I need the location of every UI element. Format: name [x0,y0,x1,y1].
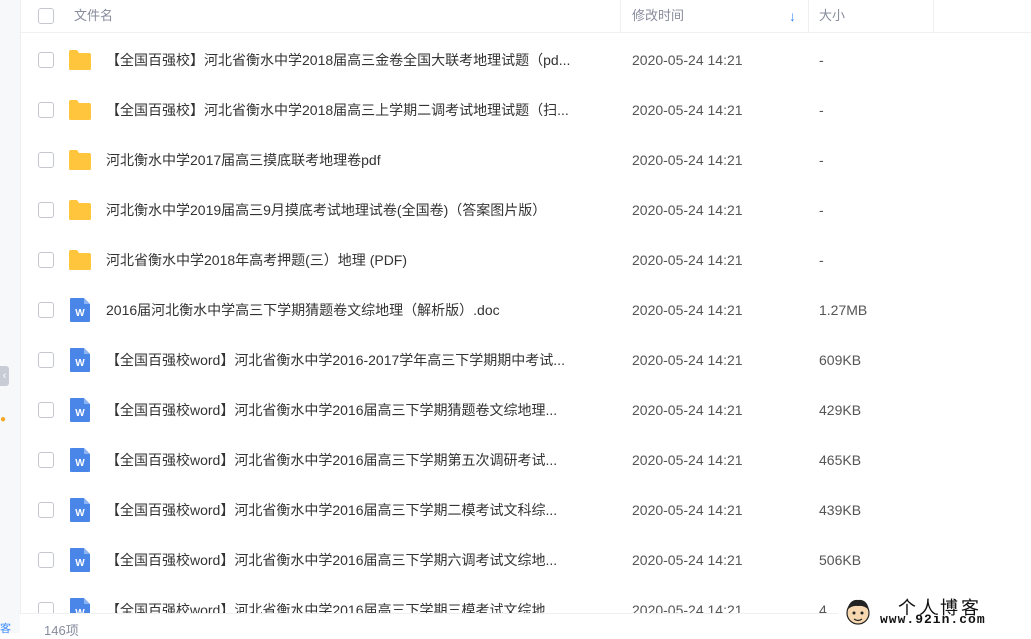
file-modified: 2020-05-24 14:21 [632,152,743,168]
select-all-checkbox[interactable] [38,8,54,24]
folder-icon [69,150,91,170]
file-modified: 2020-05-24 14:21 [632,252,743,268]
file-size: 429KB [819,402,862,418]
file-name[interactable]: 【全国百强校】河北省衡水中学2018届高三上学期二调考试地理试题（扫... [106,85,618,135]
word-doc-icon: W [70,348,90,372]
file-row[interactable]: W 【全国百强校word】河北省衡水中学2016-2017学年高三下学期期中考试.… [20,335,1031,385]
watermark-url: www.92in.com [880,612,986,627]
file-size: 506KB [819,552,862,568]
sidebar-bottom-text[interactable]: 客 [0,620,11,636]
sidebar-orange-icon: ● [0,414,7,425]
file-row[interactable]: W 【全国百强校word】河北省衡水中学2016届高三下学期六调考试文综地... 2… [20,535,1031,585]
file-name[interactable]: 河北衡水中学2017届高三摸底联考地理卷pdf [106,135,618,185]
word-doc-icon: W [70,448,90,472]
file-row[interactable]: 【全国百强校】河北省衡水中学2018届高三金卷全国大联考地理试题（pd... 20… [20,35,1031,85]
row-checkbox[interactable] [38,252,54,268]
word-doc-icon: W [70,548,90,572]
folder-icon [69,200,91,220]
file-name[interactable]: 河北衡水中学2019届高三9月摸底考试地理试卷(全国卷)（答案图片版） [106,185,618,235]
row-checkbox[interactable] [38,52,54,68]
word-doc-icon: W [70,298,90,322]
file-row[interactable]: 河北省衡水中学2018年高考押题(三）地理 (PDF) 2020-05-24 14… [20,235,1031,285]
file-row[interactable]: W 【全国百强校word】河北省衡水中学2016届高三下学期二模考试文科综... 2… [20,485,1031,535]
file-size: 465KB [819,452,862,468]
file-modified: 2020-05-24 14:21 [632,52,743,68]
file-modified: 2020-05-24 14:21 [632,352,743,368]
file-modified: 2020-05-24 14:21 [632,202,743,218]
sidebar-collapse-button[interactable]: ‹ [0,366,9,386]
file-row[interactable]: W 【全国百强校word】河北省衡水中学2016届高三下学期第五次调研考试... 2… [20,435,1031,485]
file-modified: 2020-05-24 14:21 [632,452,743,468]
word-doc-icon: W [70,398,90,422]
file-modified: 2020-05-24 14:21 [632,602,743,613]
column-name-header[interactable]: 文件名 [74,0,113,32]
file-modified: 2020-05-24 14:21 [632,102,743,118]
avatar-face-icon [846,599,870,625]
folder-icon [69,250,91,270]
file-name[interactable]: 【全国百强校word】河北省衡水中学2016届高三下学期猜题卷文综地理... [106,385,618,435]
watermark-logo: 个人博客 www.92in.com [838,590,1031,633]
file-row[interactable]: W 2016届河北衡水中学高三下学期猜题卷文综地理（解析版）.doc 2020-05… [20,285,1031,335]
folder-icon [69,100,91,120]
file-size: 609KB [819,352,862,368]
file-size: - [819,152,824,168]
file-size: 4... [819,602,839,613]
file-name[interactable]: 【全国百强校word】河北省衡水中学2016届高三下学期第五次调研考试... [106,435,618,485]
file-size: 1.27MB [819,302,868,318]
column-modified-header[interactable]: 修改时间 [632,0,684,32]
file-name[interactable]: 河北省衡水中学2018年高考押题(三）地理 (PDF) [106,235,618,285]
sort-desc-icon[interactable]: ↓ [789,0,796,32]
file-size: - [819,202,824,218]
file-name[interactable]: 【全国百强校word】河北省衡水中学2016届高三下学期三模考试文综地... [106,585,618,613]
file-name[interactable]: 2016届河北衡水中学高三下学期猜题卷文综地理（解析版）.doc [106,285,618,335]
file-modified: 2020-05-24 14:21 [632,552,743,568]
file-modified: 2020-05-24 14:21 [632,502,743,518]
svg-text:W: W [75,408,85,419]
row-checkbox[interactable] [38,452,54,468]
row-checkbox[interactable] [38,202,54,218]
row-checkbox[interactable] [38,302,54,318]
file-name[interactable]: 【全国百强校word】河北省衡水中学2016-2017学年高三下学期期中考试..… [106,335,618,385]
row-checkbox[interactable] [38,102,54,118]
file-name[interactable]: 【全国百强校word】河北省衡水中学2016届高三下学期六调考试文综地... [106,535,618,585]
column-size-header[interactable]: 大小 [819,0,845,32]
row-checkbox[interactable] [38,552,54,568]
file-name[interactable]: 【全国百强校】河北省衡水中学2018届高三金卷全国大联考地理试题（pd... [106,35,618,85]
word-doc-icon: W [70,498,90,522]
file-row[interactable]: 【全国百强校】河北省衡水中学2018届高三上学期二调考试地理试题（扫... 202… [20,85,1031,135]
file-modified: 2020-05-24 14:21 [632,402,743,418]
row-checkbox[interactable] [38,402,54,418]
folder-icon [69,50,91,70]
svg-text:W: W [75,558,85,569]
file-name[interactable]: 【全国百强校word】河北省衡水中学2016届高三下学期二模考试文科综... [106,485,618,535]
file-row[interactable]: 河北衡水中学2019届高三9月摸底考试地理试卷(全国卷)（答案图片版） 2020-… [20,185,1031,235]
column-divider [620,0,621,32]
file-list-header: 文件名 修改时间 ↓ 大小 [20,0,1031,33]
column-divider [933,0,934,32]
row-checkbox[interactable] [38,352,54,368]
file-size: - [819,52,824,68]
svg-text:W: W [75,358,85,369]
file-modified: 2020-05-24 14:21 [632,302,743,318]
sidebar-edge: ‹ ● 客 [0,0,21,636]
svg-text:W: W [75,458,85,469]
svg-text:W: W [75,508,85,519]
file-row[interactable]: 河北衡水中学2017届高三摸底联考地理卷pdf 2020-05-24 14:21 - [20,135,1031,185]
file-row[interactable]: W 【全国百强校word】河北省衡水中学2016届高三下学期猜题卷文综地理... 2… [20,385,1031,435]
row-checkbox[interactable] [38,602,54,613]
file-size: - [819,102,824,118]
file-size: - [819,252,824,268]
item-count: 146项 [44,623,79,638]
row-checkbox[interactable] [38,152,54,168]
row-checkbox[interactable] [38,502,54,518]
column-divider [808,0,809,32]
file-size: 439KB [819,502,862,518]
file-list: 【全国百强校】河北省衡水中学2018届高三金卷全国大联考地理试题（pd... 20… [20,35,1031,613]
svg-text:W: W [75,308,85,319]
word-doc-icon: W [70,598,90,613]
